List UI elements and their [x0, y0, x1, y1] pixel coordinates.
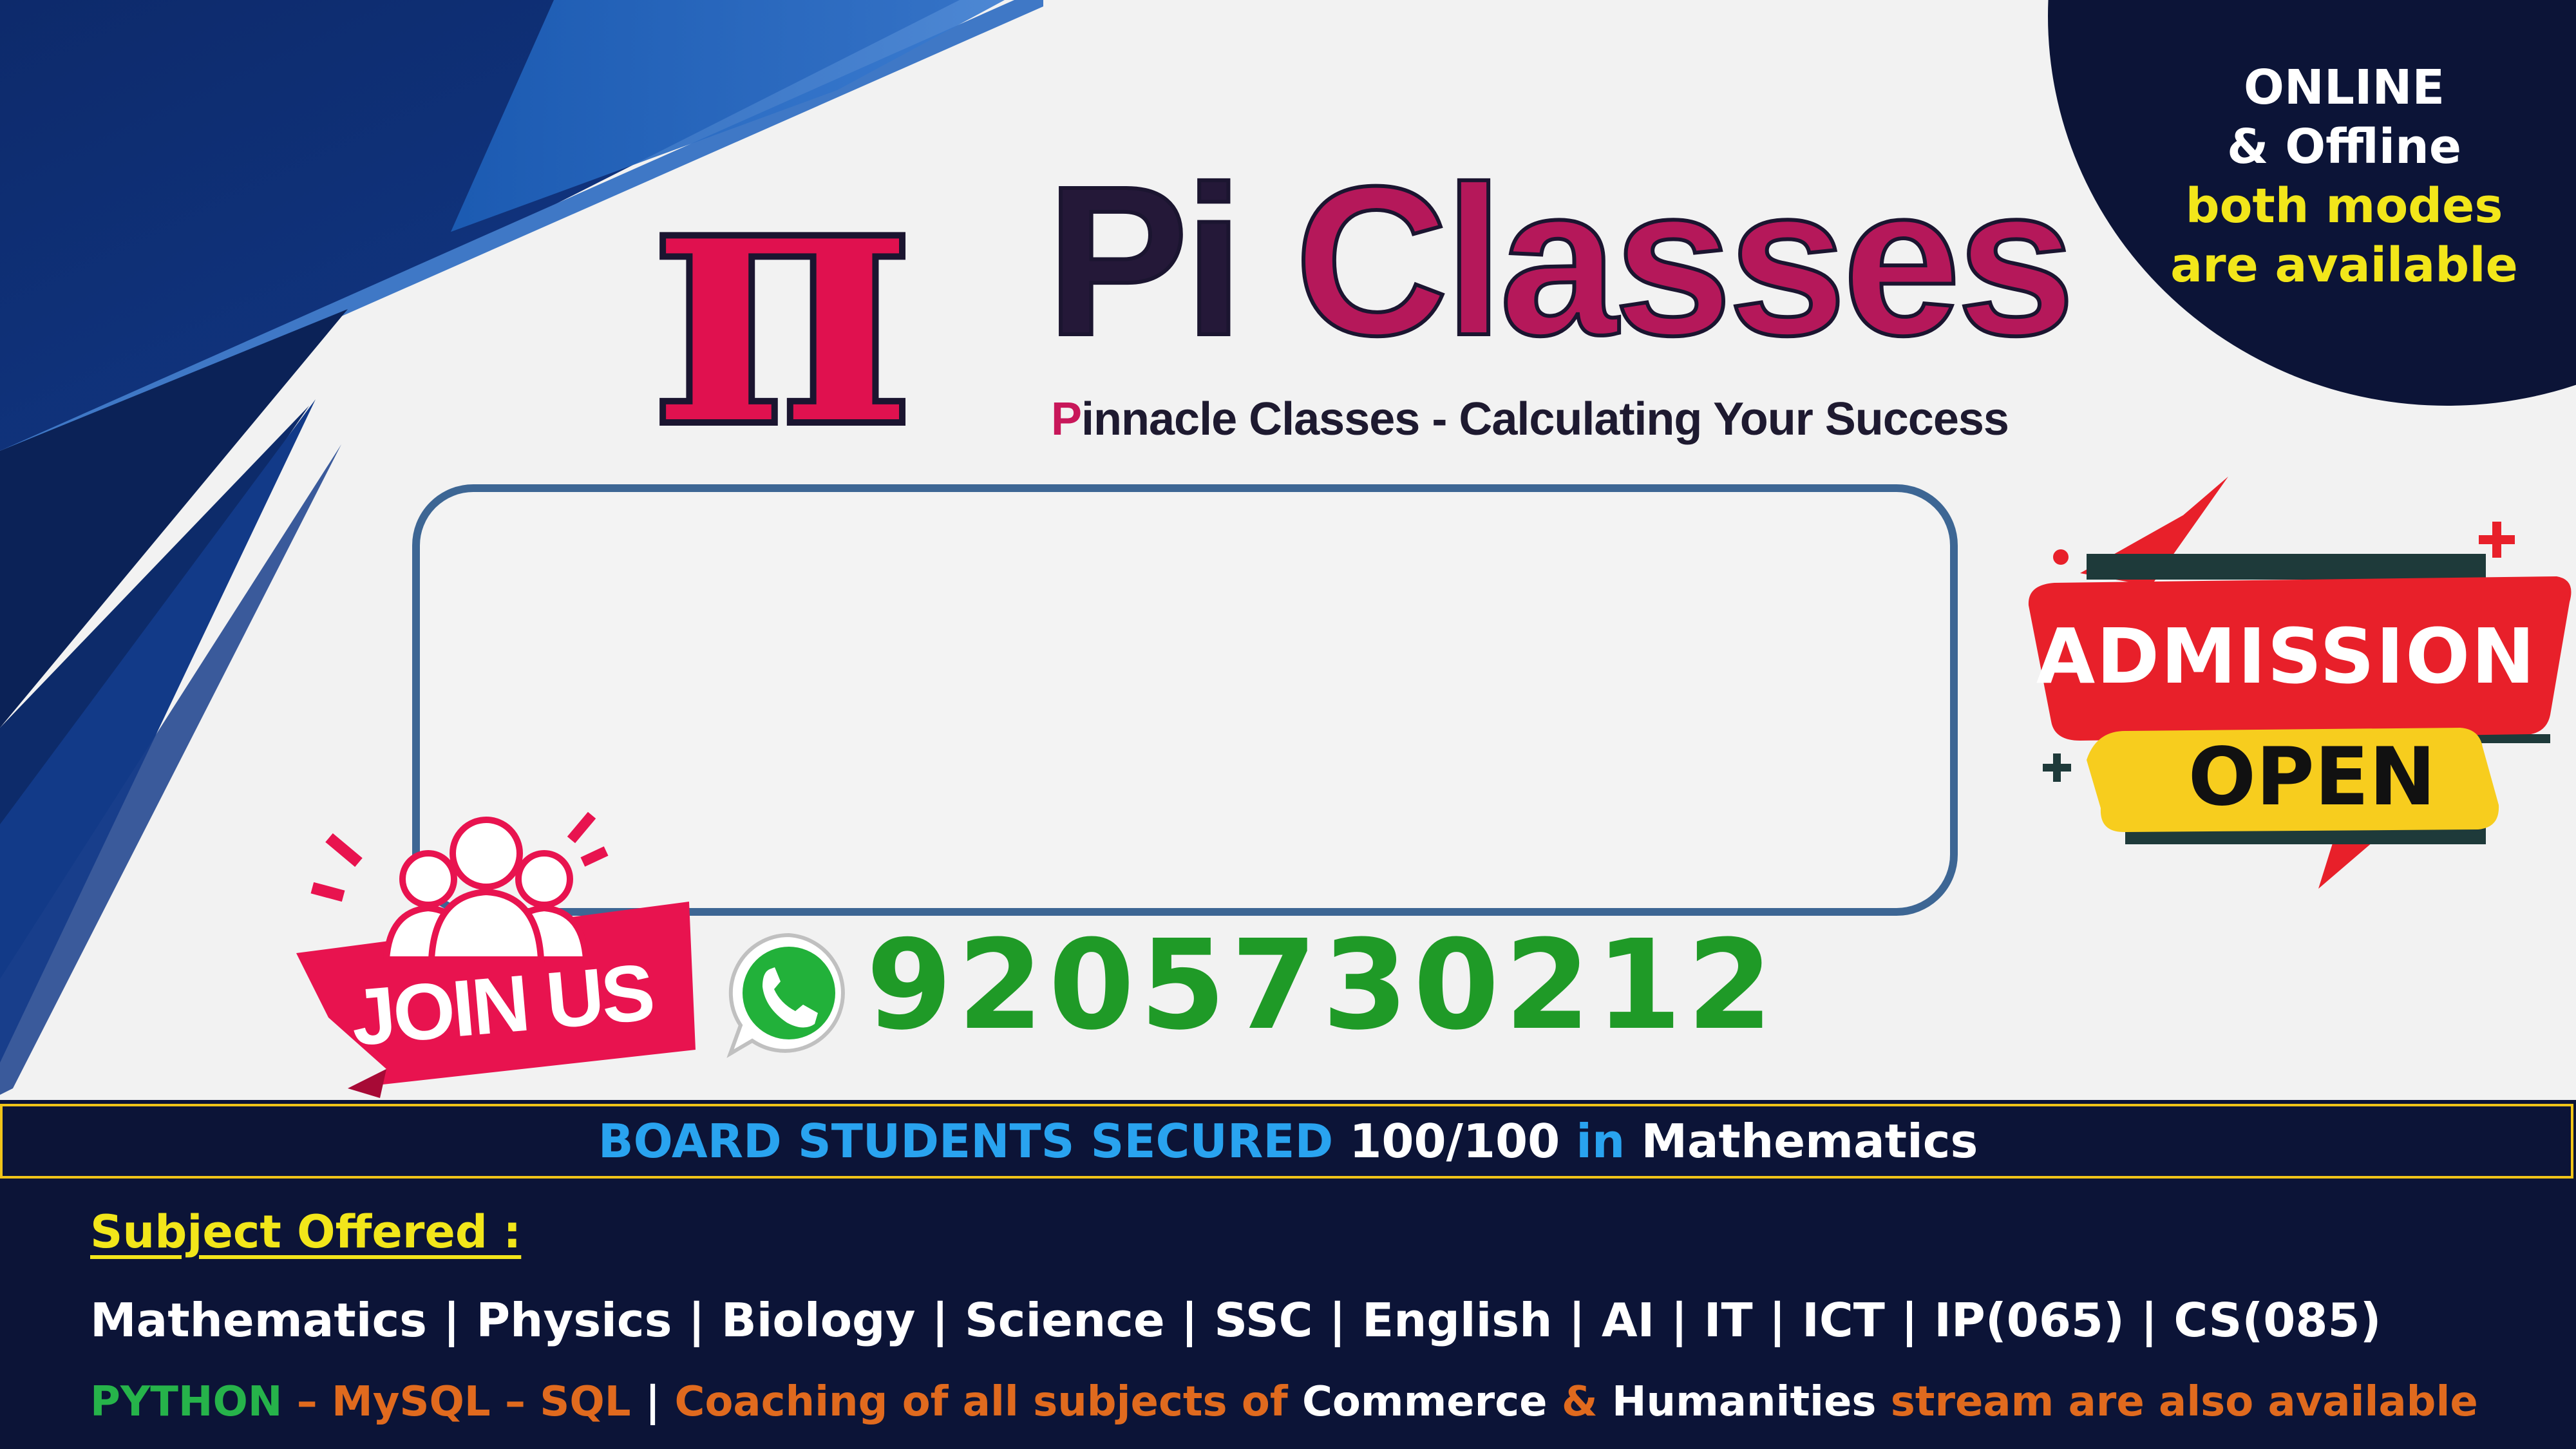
extra-amp: & [1547, 1378, 1612, 1426]
extra-python: PYTHON [90, 1378, 283, 1426]
extra-commerce: Commerce [1302, 1378, 1548, 1426]
achievement-part3: in [1576, 1114, 1625, 1168]
subjects-title: Subject Offered : [90, 1206, 522, 1258]
extra-subjects-line: PYTHON – MySQL – SQL | Coaching of all s… [90, 1378, 2478, 1426]
mode-both: both modes [2185, 178, 2503, 234]
phone-number: 9205730212 [866, 914, 1778, 1057]
tagline-initial: P [1051, 393, 1082, 445]
pi-logo-icon: π [647, 84, 918, 508]
achievement-text: BOARD STUDENTS SECURED 100/100 in Mathem… [0, 1114, 2576, 1168]
extra-separator: | [630, 1378, 675, 1426]
brand-name-first: Pi [1045, 142, 1245, 379]
whatsapp-icon [726, 933, 845, 1058]
achievement-part4: Mathematics [1641, 1114, 1978, 1168]
tagline-rest: innacle Classes - Calculating Your Succe… [1081, 393, 2009, 445]
extra-dash1: – [282, 1378, 332, 1426]
mode-available: are available [2170, 238, 2518, 293]
admission-open-label: OPEN [2188, 731, 2436, 824]
brand-name: Pi Classes [1045, 153, 2077, 369]
brand-tagline: Pinnacle Classes - Calculating Your Succ… [1051, 393, 2009, 446]
achievement-part2: 100/100 [1349, 1114, 1560, 1168]
achievement-part1: BOARD STUDENTS SECURED [598, 1114, 1334, 1168]
mode-online: ONLINE [2243, 60, 2445, 115]
group-people-icon [383, 817, 590, 963]
extra-humanities: Humanities [1611, 1378, 1877, 1426]
extra-coaching: Coaching of all subjects of [674, 1378, 1302, 1426]
subjects-list: Mathematics | Physics | Biology | Scienc… [90, 1293, 2382, 1347]
extra-dash2: – [490, 1378, 540, 1426]
brand-name-rest: Classes [1239, 142, 2077, 379]
mode-offline: & Offline [2226, 119, 2462, 175]
extra-mysql: MySQL [332, 1378, 491, 1426]
poster-canvas: π Pi Classes Pinnacle Classes - Calculat… [0, 0, 2576, 1449]
extra-stream: stream are also available [1876, 1378, 2478, 1426]
mode-text: ONLINE & Offline both modes are availabl… [2119, 58, 2570, 295]
extra-sql: SQL [540, 1378, 631, 1426]
admission-label: ADMISSION [2036, 612, 2537, 701]
